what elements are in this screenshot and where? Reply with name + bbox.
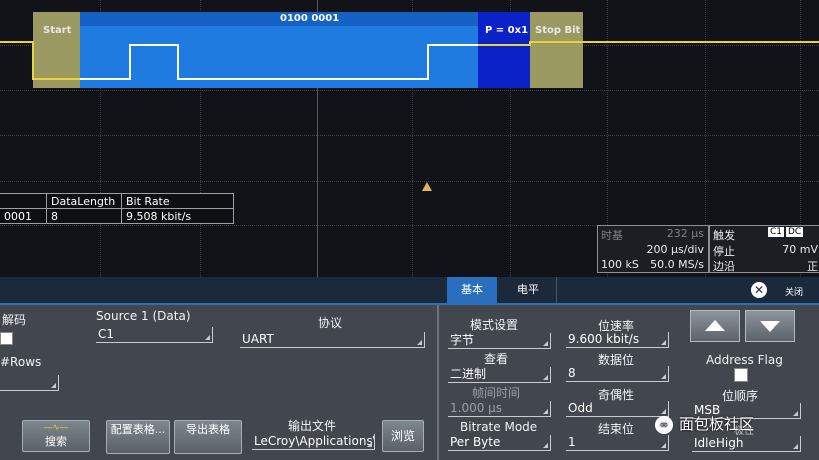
waveform-icon: —∿— <box>43 423 69 433</box>
timebase-points: 100 kS <box>601 258 639 271</box>
trigger-mode: 边沿 <box>713 260 735 273</box>
tab-basic[interactable]: 基本 <box>447 277 497 303</box>
address-flag-checkbox[interactable] <box>734 368 748 382</box>
down-arrow-icon <box>760 321 780 332</box>
panel-divider <box>437 305 439 460</box>
frame-time-label: 帧间时间 <box>472 386 521 400</box>
trigger-slope: 正 <box>807 260 818 273</box>
bitrate-field[interactable]: 9.600 kbit/s <box>566 332 669 348</box>
mode-select[interactable]: 字节 <box>448 333 551 349</box>
trigger-level: 70 mV <box>782 243 818 256</box>
decode-enable-checkbox[interactable] <box>0 332 13 345</box>
view-select[interactable]: 二进制 <box>448 367 551 383</box>
bitrate-mode-label: Bitrate Mode <box>460 420 538 434</box>
source-label: Source 1 (Data) <box>96 309 191 323</box>
export-table-button[interactable]: 导出表格 <box>174 420 242 454</box>
view-label: 查看 <box>484 352 509 366</box>
trigger-label: 触发 <box>713 229 735 242</box>
dialog-tab-bar: 基本 电平 ✕ 关闭 <box>0 277 819 305</box>
databits-field[interactable]: 8 <box>566 366 669 382</box>
trigger-state: 停止 <box>713 245 735 258</box>
trigger-coupling-badge: DC <box>786 227 804 237</box>
rows-field[interactable] <box>0 375 59 391</box>
timebase-div: 200 μs/div <box>646 243 704 256</box>
decode-result-table: DataLength Bit Rate 0001 8 9.508 kbit/s <box>0 193 234 224</box>
search-button[interactable]: —∿— 搜索 <box>22 420 90 452</box>
wechat-icon: ∞ <box>655 415 673 434</box>
address-flag-label: Address Flag <box>706 353 783 367</box>
cell-bitrate: 9.508 kbit/s <box>121 209 233 223</box>
cell-datalength: 8 <box>46 209 121 223</box>
up-arrow-icon <box>705 320 725 331</box>
close-icon[interactable]: ✕ <box>751 282 767 298</box>
bitrate-mode-select[interactable]: Per Byte <box>448 435 551 451</box>
sample-rate: 50.0 MS/s <box>650 258 704 271</box>
trigger-position-marker[interactable] <box>422 182 432 191</box>
source-select[interactable]: C1 <box>96 327 213 343</box>
down-arrow-button[interactable] <box>745 310 795 342</box>
mode-label: 模式设置 <box>470 318 519 332</box>
protocol-label: 协议 <box>318 316 343 330</box>
rows-label: #Rows <box>0 355 42 369</box>
timebase-label: 时基 <box>601 229 623 242</box>
up-arrow-button[interactable] <box>690 310 740 342</box>
protocol-select[interactable]: UART <box>240 332 425 348</box>
stopbits-field[interactable]: 1 <box>566 435 669 451</box>
header-datalength: DataLength <box>46 194 121 209</box>
tab-level[interactable]: 电平 <box>500 277 557 303</box>
parity-select[interactable]: Odd <box>566 401 669 417</box>
trigger-box[interactable]: 触发 C1 DC 停止 70 mV 边沿 正 <box>709 225 819 273</box>
watermark: ∞ 面包板社区 <box>655 413 754 437</box>
timebase-trigger-info[interactable]: 时基 232 μs 200 μs/div 100 kS 50.0 MS/s 触发… <box>597 225 819 273</box>
output-file-label: 输出文件 <box>288 419 337 433</box>
output-file-field[interactable]: LeCroy\Applications\ <box>252 434 375 450</box>
decode-label: 解码 <box>2 313 27 327</box>
waveform-display[interactable]: Start 0100 0001 P = 0x1 Stop Bit DataLen… <box>0 0 819 277</box>
config-table-button[interactable]: 配置表格... <box>106 420 170 454</box>
cell-data: 0001 <box>4 209 32 223</box>
browse-button[interactable]: 浏览 <box>382 420 424 452</box>
close-label[interactable]: 关闭 <box>785 285 803 298</box>
watermark-text: 面包板社区 <box>679 415 755 433</box>
frame-time-field: 1.000 μs <box>448 401 551 417</box>
timebase-box[interactable]: 时基 232 μs 200 μs/div 100 kS 50.0 MS/s <box>597 225 709 273</box>
timebase-offset: 232 μs <box>666 227 704 240</box>
bit-order-label: 位顺序 <box>722 389 759 403</box>
header-bitrate: Bit Rate <box>121 194 233 209</box>
polarity-select[interactable]: IdleHigh <box>692 436 801 452</box>
trigger-channel-badge: C1 <box>768 227 785 237</box>
